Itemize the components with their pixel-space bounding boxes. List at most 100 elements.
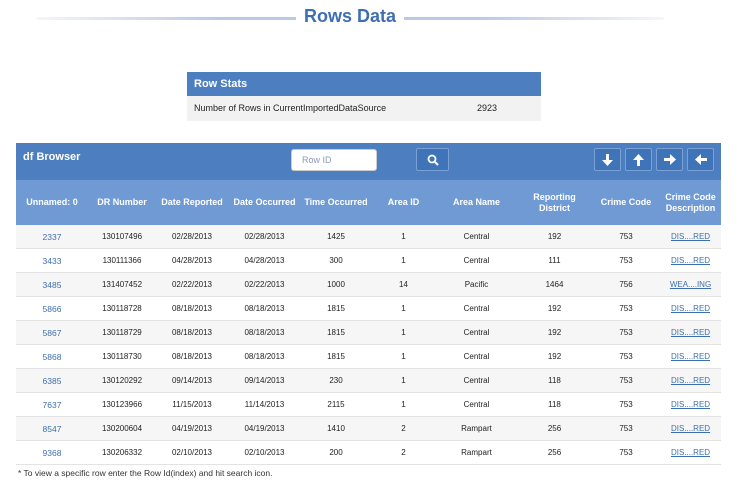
crime-description-link[interactable]: DIS....RED xyxy=(660,376,721,385)
table-cell: 08/18/2013 xyxy=(171,304,213,313)
move-left-button[interactable] xyxy=(687,148,714,171)
navigation-buttons xyxy=(594,148,714,171)
table-cell: 130200604 xyxy=(101,424,143,433)
table-row: 5866 130118728 08/18/2013 08/18/2013 1815 1 Ce… xyxy=(16,297,721,321)
table-cell: Central xyxy=(463,352,490,361)
row-index-link[interactable]: 5866 xyxy=(16,304,88,314)
table-row: 6385 130120292 09/14/2013 09/14/2013 230 1 Cen… xyxy=(16,369,721,393)
table-cell: 192 xyxy=(547,352,562,361)
column-header: Crime Code xyxy=(600,197,652,207)
crime-description-link[interactable]: DIS....RED xyxy=(660,352,721,361)
table-cell: 230 xyxy=(329,376,343,385)
df-browser-title: df Browser xyxy=(23,151,81,163)
column-header: Area Name xyxy=(452,197,501,207)
row-id-search-input[interactable] xyxy=(291,149,377,171)
table-cell: 753 xyxy=(619,424,633,433)
table-cell: Rampart xyxy=(461,424,492,433)
arrow-right-icon xyxy=(663,154,676,165)
table-row: 7637 130123966 11/15/2013 11/14/2013 2115 1 Ce… xyxy=(16,393,721,417)
column-header: Unnamed: 0 xyxy=(26,197,78,207)
table-cell: Pacific xyxy=(464,280,489,289)
crime-description-link[interactable]: WEA....ING xyxy=(660,280,721,289)
table-cell: 130118728 xyxy=(102,304,142,313)
row-index-link[interactable]: 8547 xyxy=(16,424,88,434)
table-cell: Central xyxy=(463,328,490,337)
table-cell: 02/28/2013 xyxy=(244,232,285,241)
crime-description-link[interactable]: DIS....RED xyxy=(660,256,721,265)
table-cell: 118 xyxy=(548,400,561,409)
crime-description-link[interactable]: DIS....RED xyxy=(660,304,721,313)
crime-description-link[interactable]: DIS....RED xyxy=(660,232,721,241)
move-down-button[interactable] xyxy=(594,148,621,171)
table-cell: Central xyxy=(463,232,490,241)
table-row: 8547 130200604 04/19/2013 04/19/2013 1410 2 Ra… xyxy=(16,417,721,441)
table-cell: 300 xyxy=(329,256,343,265)
table-cell: 753 xyxy=(619,328,633,337)
search-button[interactable] xyxy=(416,148,449,171)
table-cell: 256 xyxy=(547,448,562,457)
column-header: Reporting District xyxy=(533,191,576,213)
column-header: Date Reported xyxy=(161,197,223,207)
table-cell: 753 xyxy=(619,376,633,385)
column-header: Date Occurred xyxy=(233,197,296,207)
row-stats-panel: Row Stats Number of Rows in CurrentImpor… xyxy=(187,72,541,121)
crime-description-link[interactable]: DIS....RED xyxy=(660,328,721,337)
table-cell: Central xyxy=(463,256,490,265)
df-browser: df Browser Row ID Unnamed: 0 DR Number D… xyxy=(16,143,721,465)
table-cell: 200 xyxy=(329,448,343,457)
row-index-link[interactable]: 5868 xyxy=(16,352,88,362)
row-index-link[interactable]: 2337 xyxy=(16,232,88,242)
table-cell: 753 xyxy=(619,256,633,265)
crime-description-link[interactable]: DIS....RED xyxy=(660,400,721,409)
table-cell: 130206332 xyxy=(101,448,143,457)
table-cell: 756 xyxy=(619,280,633,289)
table-cell: 08/18/2013 xyxy=(244,328,285,337)
row-index-link[interactable]: 5867 xyxy=(16,328,88,338)
table-cell: 1 xyxy=(401,256,406,265)
table-row: 3433 130111366 04/28/2013 04/28/2013 300 1 Cen… xyxy=(16,249,721,273)
crime-description-link[interactable]: DIS....RED xyxy=(660,424,721,433)
table-cell: 130118730 xyxy=(102,352,142,361)
table-cell: 753 xyxy=(619,400,633,409)
table-cell: 130107496 xyxy=(101,232,143,241)
column-header: Area ID xyxy=(387,197,420,207)
table-cell: 04/28/2013 xyxy=(244,256,285,265)
row-count-value: 2923 xyxy=(477,103,498,113)
table-cell: 753 xyxy=(619,352,633,361)
table-cell: 1815 xyxy=(327,352,345,361)
table-header: Unnamed: 0 DR Number Date Reported Date … xyxy=(16,180,721,225)
column-header: Time Occurred xyxy=(304,197,368,207)
table-cell: 1 xyxy=(401,376,406,385)
table-row: 9368 130206332 02/10/2013 02/10/2013 200 2 Ram… xyxy=(16,441,721,465)
table-cell: 02/22/2013 xyxy=(171,280,213,289)
table-row: 5867 130118729 08/18/2013 08/18/2013 1815 1 Ce… xyxy=(16,321,721,345)
table-cell: 1815 xyxy=(327,328,345,337)
row-index-link[interactable]: 7637 xyxy=(16,400,88,410)
crime-description-link[interactable]: DIS....RED xyxy=(660,448,721,457)
table-row: 3485 131407452 02/22/2013 02/22/2013 1000 14 P… xyxy=(16,273,721,297)
table-cell: 111 xyxy=(548,256,561,265)
page-title-banner: Rows Data xyxy=(36,0,664,34)
table-cell: 118 xyxy=(548,376,561,385)
row-index-link[interactable]: 3485 xyxy=(16,280,88,290)
table-cell: 192 xyxy=(547,328,562,337)
page-title: Rows Data xyxy=(295,4,405,28)
move-right-button[interactable] xyxy=(656,148,683,171)
column-header: DR Number xyxy=(97,197,147,207)
move-up-button[interactable] xyxy=(625,148,652,171)
table-cell: 1 xyxy=(401,328,406,337)
row-count-label: Number of Rows in CurrentImportedDataSou… xyxy=(194,103,387,113)
table-cell: 1 xyxy=(401,232,406,241)
table-cell: 131407452 xyxy=(101,280,143,289)
table-cell: 2 xyxy=(401,424,406,433)
search-icon xyxy=(427,154,439,166)
table-cell: 02/10/2013 xyxy=(171,448,213,457)
row-index-link[interactable]: 9368 xyxy=(16,448,88,458)
table-cell: 04/19/2013 xyxy=(244,424,285,433)
row-index-link[interactable]: 3433 xyxy=(16,256,88,266)
arrow-up-icon xyxy=(633,153,644,166)
row-stats-row: Number of Rows in CurrentImportedDataSou… xyxy=(187,96,541,121)
table-cell: 256 xyxy=(547,424,562,433)
row-index-link[interactable]: 6385 xyxy=(16,376,88,386)
table-cell: Central xyxy=(463,400,490,409)
